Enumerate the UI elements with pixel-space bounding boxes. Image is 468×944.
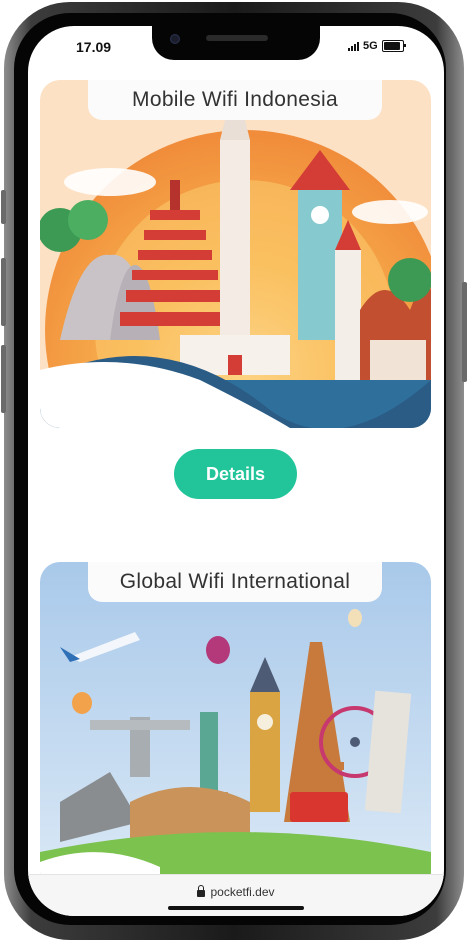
card-title: Mobile Wifi Indonesia xyxy=(88,80,382,120)
volume-down-button xyxy=(1,345,6,413)
home-indicator[interactable] xyxy=(168,906,304,910)
lock-icon xyxy=(197,885,206,897)
card-title: Global Wifi International xyxy=(88,562,382,602)
mute-switch xyxy=(1,190,6,224)
volume-up-button xyxy=(1,258,6,326)
power-button xyxy=(462,282,467,382)
signal-icon xyxy=(348,41,359,51)
status-time: 17.09 xyxy=(76,39,112,55)
details-button[interactable]: Details xyxy=(174,449,297,499)
battery-icon xyxy=(381,40,406,52)
card-global-wifi-international[interactable]: Global Wifi International xyxy=(40,562,431,892)
card-mobile-wifi-indonesia[interactable]: Mobile Wifi Indonesia xyxy=(40,80,431,428)
front-camera-icon xyxy=(170,34,180,44)
notch xyxy=(152,26,320,60)
indonesia-landmarks-illustration xyxy=(40,80,431,428)
speaker-grille xyxy=(206,35,268,41)
screen: 17.09 5G Mobile Wifi Indonesia Details G… xyxy=(28,26,444,916)
status-indicators: 5G xyxy=(348,40,406,52)
url-display[interactable]: pocketfi.dev xyxy=(28,885,444,899)
world-landmarks-illustration xyxy=(40,562,431,892)
network-type: 5G xyxy=(363,40,378,52)
url-text: pocketfi.dev xyxy=(210,885,275,899)
